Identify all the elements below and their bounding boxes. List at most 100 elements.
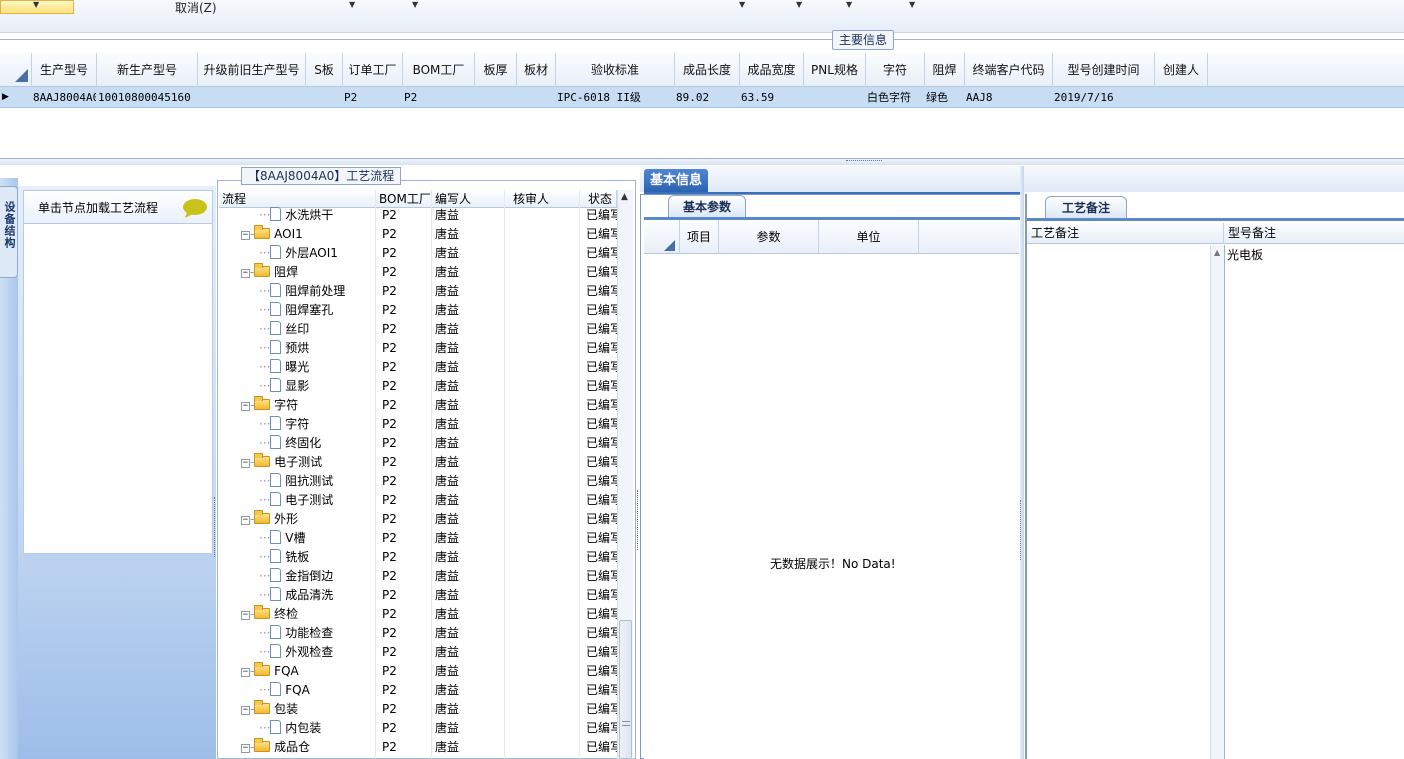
table-cell[interactable]: IPC-6018 II级 [557,87,674,108]
table-cell[interactable]: 8AAJ8004A0 [33,87,96,108]
tab-basic-info[interactable]: 基本信息 [644,169,709,192]
main-grid-column-header[interactable]: BOM工厂 [403,53,475,87]
flow-row[interactable]: − - 包装 P2 唐益 已编写 [219,700,617,719]
flow-row[interactable]: ··· FQA P2 唐益 已编写 [219,681,617,700]
collapse-icon[interactable]: − [241,516,250,525]
main-grid-column-header[interactable]: 验收标准 [556,53,675,87]
table-cell[interactable]: 89.02 [676,87,739,108]
table-cell[interactable] [476,87,516,108]
model-note-text[interactable]: 光电板 [1227,246,1263,263]
tab-basic-params[interactable]: 基本参数 [668,195,747,217]
flow-row[interactable]: − - 终检 P2 唐益 已编写 [219,605,617,624]
main-grid-column-header[interactable]: 升级前旧生产型号 [198,53,306,87]
main-grid-column-header[interactable]: 订单工厂 [343,53,403,87]
chevron-down-icon[interactable]: ▼ [349,0,355,9]
table-cell[interactable]: 绿色 [926,87,964,108]
collapse-icon[interactable]: − [241,706,250,715]
flow-row[interactable]: − - 字符 P2 唐益 已编写 [219,396,617,415]
flow-row[interactable]: ··· V槽 P2 唐益 已编写 [219,529,617,548]
flow-row[interactable]: − - 电子测试 P2 唐益 已编写 [219,453,617,472]
flow-row[interactable]: ··· 阻焊前处理 P2 唐益 已编写 [219,282,617,301]
collapse-icon[interactable]: − [241,744,250,753]
table-cell[interactable] [307,87,342,108]
collapse-icon[interactable]: − [241,668,250,677]
cancel-button[interactable]: 取消(Z) [175,0,217,16]
main-grid-column-header[interactable]: 新生产型号 [97,53,198,87]
flow-row[interactable]: − - 阻焊 P2 唐益 已编写 [219,263,617,282]
params-column-header[interactable]: 参数 [719,220,819,254]
flow-row[interactable]: ··· 阻焊塞孔 P2 唐益 已编写 [219,301,617,320]
flow-row[interactable]: ··· 内包装 P2 唐益 已编写 [219,719,617,738]
table-cell[interactable]: P2 [344,87,402,108]
table-cell[interactable]: P2 [404,87,474,108]
flow-row[interactable]: − - AOI1 P2 唐益 已编写 [219,225,617,244]
flow-row[interactable]: ··· 水洗烘干 P2 唐益 已编写 [219,206,617,225]
table-cell[interactable]: 10010800045160 [98,87,197,108]
collapse-icon[interactable]: − [241,269,250,278]
vertical-splitter[interactable] [1020,166,1024,759]
collapse-icon[interactable]: − [241,459,250,468]
process-note-textarea[interactable] [1027,245,1210,759]
main-grid-column-header[interactable]: 字符 [866,53,925,87]
bom-factory-cell: P2 [382,588,397,602]
notes-scrollbar[interactable]: ▲ [1210,245,1224,759]
flow-vertical-scrollbar[interactable]: ▲ [617,190,633,759]
flow-row[interactable]: ··· 铣板 P2 唐益 已编写 [219,548,617,567]
splitter-grip-icon[interactable] [1020,500,1022,560]
flow-row[interactable]: ··· 外观检查 P2 唐益 已编写 [219,643,617,662]
splitter-grip-icon[interactable] [637,490,639,550]
collapse-icon[interactable]: − [241,231,250,240]
main-grid-column-header[interactable]: 成品长度 [675,53,740,87]
flow-row[interactable]: − - FQA P2 唐益 已编写 [219,662,617,681]
main-grid-column-header[interactable]: 成品宽度 [740,53,804,87]
chevron-down-icon[interactable]: ▼ [909,0,915,9]
flow-row[interactable]: ··· 终固化 P2 唐益 已编写 [219,434,617,453]
toolbar-dropdown[interactable]: ▼ [0,0,74,14]
flow-row[interactable]: ··· 功能检查 P2 唐益 已编写 [219,624,617,643]
flow-row[interactable]: ··· 外层AOI1 P2 唐益 已编写 [219,244,617,263]
table-cell[interactable]: 白色字符 [867,87,924,108]
flow-row[interactable]: ··· 字符 P2 唐益 已编写 [219,415,617,434]
main-grid-column-header[interactable]: PNL规格 [804,53,866,87]
tab-process-notes[interactable]: 工艺备注 [1045,196,1128,218]
scroll-thumb[interactable] [619,620,632,759]
table-cell[interactable] [199,87,305,108]
flow-row[interactable]: ··· 曝光 P2 唐益 已编写 [219,358,617,377]
table-cell[interactable]: 63.59 [741,87,803,108]
chevron-down-icon[interactable]: ▼ [846,0,852,9]
params-column-header[interactable]: 单位 [819,220,919,254]
table-cell[interactable] [805,87,865,108]
main-grid-column-header[interactable]: 板材 [517,53,556,87]
chevron-down-icon[interactable]: ▼ [796,0,802,9]
flow-row[interactable]: ··· 金指倒边 P2 唐益 已编写 [219,567,617,586]
chevron-down-icon[interactable]: ▼ [412,0,418,9]
table-cell[interactable] [518,87,555,108]
table-cell[interactable] [1156,87,1207,108]
main-grid-column-header[interactable]: S板 [306,53,343,87]
flow-row[interactable]: ··· 阻抗测试 P2 唐益 已编写 [219,472,617,491]
flow-row[interactable]: ··· 电子测试 P2 唐益 已编写 [219,491,617,510]
device-structure-tab[interactable]: 设备结构 [0,186,18,278]
collapse-icon[interactable]: − [241,611,250,620]
chevron-down-icon[interactable]: ▼ [739,0,745,9]
main-grid-column-header[interactable]: 创建人 [1155,53,1208,87]
main-grid-column-header[interactable]: 板厚 [475,53,517,87]
params-column-header[interactable]: 项目 [680,220,719,254]
flow-row[interactable]: ··· 丝印 P2 唐益 已编写 [219,320,617,339]
main-grid-column-header[interactable]: 终端客户代码 [965,53,1053,87]
table-cell[interactable]: AAJ8 [966,87,1052,108]
flow-row[interactable]: ··· 成品清洗 P2 唐益 已编写 [219,586,617,605]
table-cell[interactable]: 2019/7/16 [1054,87,1154,108]
scroll-up-icon[interactable]: ▲ [621,192,628,202]
main-grid-column-header[interactable]: 生产型号 [32,53,97,87]
flow-row[interactable]: ··· 显影 P2 唐益 已编写 [219,377,617,396]
main-grid-column-header[interactable]: 阻焊 [925,53,965,87]
node-tree-area[interactable] [23,224,213,554]
collapse-icon[interactable]: − [241,402,250,411]
main-grid-column-header[interactable]: 型号创建时间 [1053,53,1155,87]
splitter-grip-icon[interactable] [214,497,216,557]
flow-row[interactable]: − - 成品仓 P2 唐益 已编写 [219,738,617,757]
horizontal-splitter[interactable] [0,158,1404,165]
flow-row[interactable]: − - 外形 P2 唐益 已编写 [219,510,617,529]
flow-row[interactable]: ··· 预烘 P2 唐益 已编写 [219,339,617,358]
